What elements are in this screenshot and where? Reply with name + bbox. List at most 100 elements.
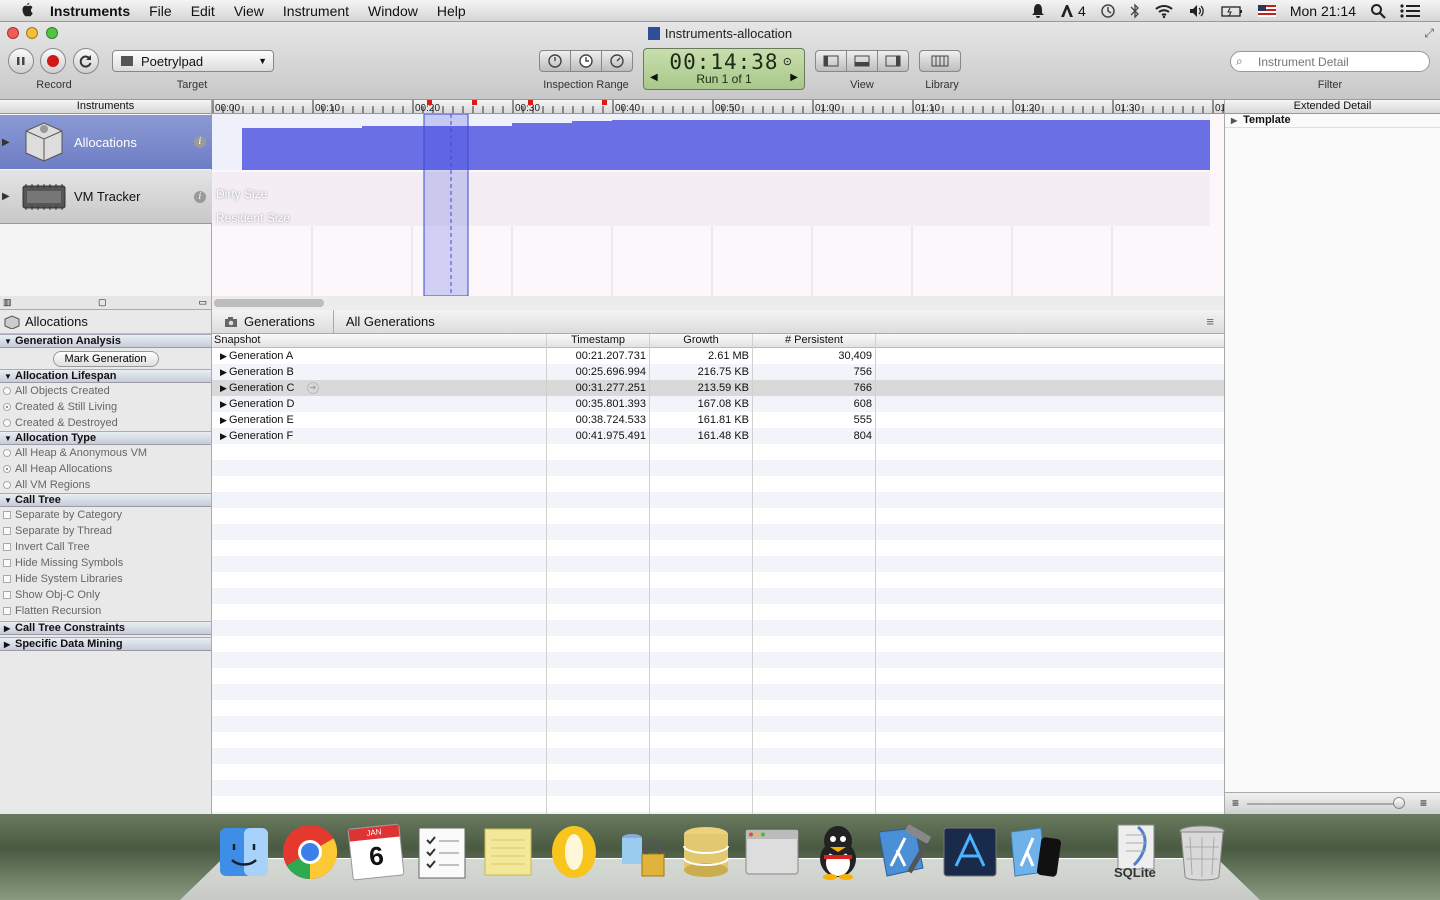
section-generation-analysis[interactable]: ▼ Generation Analysis <box>0 334 211 348</box>
table-row[interactable]: ▶ Generation B 00:25.696.994 216.75 KB 7… <box>212 364 1224 380</box>
table-row-selected[interactable]: ▶ Generation C ➔ 00:31.277.251 213.59 KB… <box>212 380 1224 396</box>
menu-file[interactable]: File <box>149 3 172 19</box>
menu-edit[interactable]: Edit <box>191 3 215 19</box>
option-separate-by-category[interactable]: Separate by Category <box>0 507 211 523</box>
list-options-icon[interactable]: ≡ <box>1206 314 1214 329</box>
info-icon[interactable]: i <box>194 136 206 148</box>
next-run-button[interactable]: ▶ <box>790 72 798 83</box>
slider-knob[interactable] <box>1393 797 1405 809</box>
browser-window-icon[interactable] <box>742 822 802 882</box>
expand-triangle-icon[interactable]: ▶ <box>220 396 227 412</box>
inspection-clear-button[interactable] <box>571 51 602 71</box>
disclosure-triangle-icon[interactable]: ▶ <box>4 639 10 651</box>
expand-triangle-icon[interactable]: ▶ <box>220 348 227 364</box>
menu-window[interactable]: Window <box>368 3 418 19</box>
keychain-icon[interactable] <box>610 822 670 882</box>
radio-button[interactable] <box>3 419 11 427</box>
disclosure-triangle-icon[interactable]: ▼ <box>4 495 12 507</box>
expand-triangle-icon[interactable]: ▶ <box>220 412 227 428</box>
graph-style-icon[interactable]: ▥ <box>3 297 12 308</box>
collapse-icon[interactable]: ▭ <box>198 297 207 308</box>
expand-triangle-icon[interactable]: ▶ <box>220 428 227 444</box>
disclosure-triangle-icon[interactable]: ▼ <box>4 433 12 445</box>
column-header-timestamp[interactable]: Timestamp <box>547 334 650 348</box>
notification-icon[interactable] <box>1030 3 1046 19</box>
expand-triangle-icon[interactable]: ▶ <box>220 364 227 380</box>
disclosure-triangle-icon[interactable]: ▶ <box>4 623 10 635</box>
disclosure-triangle-icon[interactable]: ▼ <box>4 336 12 348</box>
option-flatten-recursion[interactable]: Flatten Recursion <box>0 603 211 619</box>
breadcrumb-generations[interactable]: Generations <box>212 309 334 334</box>
finder-icon[interactable] <box>214 822 274 882</box>
view-right-pane-button[interactable] <box>878 51 908 71</box>
radio-button-selected[interactable] <box>3 465 11 473</box>
inspection-range[interactable] <box>423 113 469 297</box>
disclosure-triangle-icon[interactable]: ▼ <box>4 371 12 383</box>
list-icon[interactable]: ≡ <box>1232 796 1239 810</box>
disclosure-triangle-icon[interactable]: ▶ <box>2 137 10 148</box>
inspection-end-button[interactable] <box>602 51 632 71</box>
radio-button[interactable] <box>3 387 11 395</box>
radio-button[interactable] <box>3 449 11 457</box>
instrument-vm-tracker[interactable]: ▶ VM Tracker i <box>0 170 212 224</box>
column-header-persistent[interactable]: # Persistent <box>753 334 876 348</box>
generation-flag-icon[interactable] <box>602 100 607 105</box>
timeline-ruler[interactable]: 00:00 00:10 00:20 00:30 00:40 00:50 01:00 01:10… <box>212 100 1224 114</box>
time-machine-icon[interactable] <box>1100 3 1116 19</box>
list-detail-icon[interactable]: ≡ <box>1420 796 1427 810</box>
stickies-icon[interactable] <box>478 822 538 882</box>
generation-flag-icon[interactable] <box>528 100 533 105</box>
trash-icon[interactable] <box>1172 822 1232 882</box>
notification-center-icon[interactable] <box>1400 4 1420 18</box>
pause-button[interactable] <box>8 48 34 74</box>
option-heap-allocations[interactable]: All Heap Allocations <box>0 461 211 477</box>
library-button[interactable] <box>919 50 961 72</box>
xcode-icon[interactable] <box>874 822 934 882</box>
column-header-snapshot[interactable]: Snapshot <box>212 334 547 348</box>
filter-input[interactable] <box>1230 51 1430 72</box>
generation-flag-icon[interactable] <box>472 100 477 105</box>
section-specific-data-mining[interactable]: ▶ Specific Data Mining <box>0 637 211 651</box>
reminders-icon[interactable] <box>412 822 472 882</box>
detail-slider[interactable] <box>1247 803 1399 805</box>
section-allocation-lifespan[interactable]: ▼ Allocation Lifespan <box>0 369 211 383</box>
us-flag-icon[interactable] <box>1257 5 1276 17</box>
option-vm-regions[interactable]: All VM Regions <box>0 477 211 493</box>
option-invert-call-tree[interactable]: Invert Call Tree <box>0 539 211 555</box>
option-hide-missing-symbols[interactable]: Hide Missing Symbols <box>0 555 211 571</box>
view-bottom-pane-button[interactable] <box>847 51 878 71</box>
expand-triangle-icon[interactable]: ▶ <box>220 380 227 396</box>
table-row[interactable]: ▶ Generation E 00:38.724.533 161.81 KB 5… <box>212 412 1224 428</box>
sequel-pro-icon[interactable] <box>676 822 736 882</box>
checkbox[interactable] <box>3 575 11 583</box>
calendar-icon[interactable]: JAN 6 <box>346 822 406 882</box>
radio-button[interactable] <box>3 481 11 489</box>
go-to-arrow-icon[interactable]: ➔ <box>307 382 319 394</box>
option-created-still-living[interactable]: Created & Still Living <box>0 399 211 415</box>
target-popup[interactable]: Poetrylpad ▼ <box>112 50 274 72</box>
checkbox[interactable] <box>3 559 11 567</box>
menu-instrument[interactable]: Instrument <box>283 3 349 19</box>
scrollbar-thumb[interactable] <box>214 299 324 307</box>
chrome-icon[interactable] <box>280 822 340 882</box>
menu-help[interactable]: Help <box>437 3 466 19</box>
disclosure-triangle-icon[interactable]: ▶ <box>2 191 10 202</box>
zoom-slider-icon[interactable]: ▢ <box>98 297 107 308</box>
instruments-app-icon[interactable] <box>940 822 1000 882</box>
section-call-tree-constraints[interactable]: ▶ Call Tree Constraints <box>0 621 211 635</box>
app-store-icon[interactable] <box>1006 822 1066 882</box>
option-created-destroyed[interactable]: Created & Destroyed <box>0 415 211 431</box>
option-separate-by-thread[interactable]: Separate by Thread <box>0 523 211 539</box>
mark-generation-button[interactable]: Mark Generation <box>52 351 159 367</box>
qq-icon[interactable] <box>808 822 868 882</box>
wifi-icon[interactable] <box>1154 3 1174 19</box>
instrument-allocations[interactable]: ▶ Allocations i <box>0 115 212 169</box>
option-heap-anonymous-vm[interactable]: All Heap & Anonymous VM <box>0 445 211 461</box>
spotlight-icon[interactable] <box>1370 3 1386 19</box>
option-hide-system-libraries[interactable]: Hide System Libraries <box>0 571 211 587</box>
column-header-growth[interactable]: Growth <box>650 334 753 348</box>
menu-app-name[interactable]: Instruments <box>50 3 130 19</box>
sqlite-icon[interactable]: SQLite <box>1106 822 1166 882</box>
checkbox[interactable] <box>3 607 11 615</box>
checkbox[interactable] <box>3 591 11 599</box>
